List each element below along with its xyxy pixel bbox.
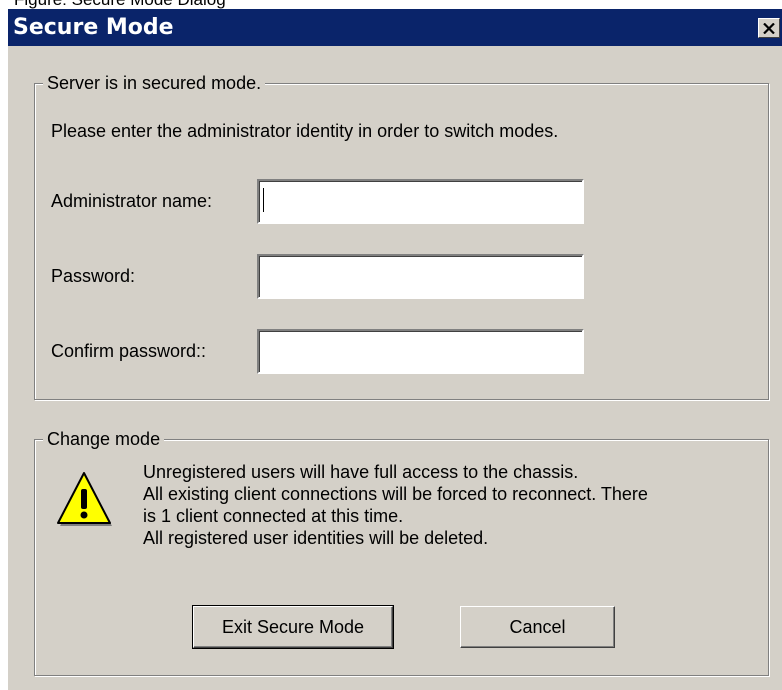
warning-line: Unregistered users will have full access… <box>143 462 579 482</box>
identity-group-legend: Server is in secured mode. <box>43 72 266 94</box>
title-bar[interactable]: Secure Mode <box>8 9 782 46</box>
warning-message: Unregistered users will have full access… <box>143 461 782 549</box>
admin-name-label: Administrator name: <box>51 191 213 211</box>
password-label: Password: <box>51 266 136 286</box>
warning-triangle-icon <box>57 472 112 526</box>
exit-secure-mode-button[interactable]: Exit Secure Mode <box>192 605 394 649</box>
instructions-text: Please enter the administrator identity … <box>51 121 559 141</box>
close-button[interactable] <box>758 18 780 38</box>
change-mode-groupbox: Change mode Unregistered users will have… <box>34 428 769 676</box>
identity-groupbox: Server is in secured mode. Please enter … <box>34 72 769 400</box>
window-title: Secure Mode <box>13 15 174 40</box>
confirm-password-label: Confirm password:: <box>51 341 207 361</box>
secure-mode-dialog: Secure Mode Server is in secured mode. P… <box>8 9 782 690</box>
cancel-button[interactable]: Cancel <box>460 606 615 648</box>
warning-line: All existing client connections will be … <box>143 484 648 504</box>
change-mode-legend: Change mode <box>43 428 165 450</box>
admin-name-field[interactable] <box>257 179 584 224</box>
text-caret <box>263 188 264 212</box>
warning-line: is 1 client connected at this time. <box>143 506 404 526</box>
confirm-password-field[interactable] <box>257 329 584 374</box>
close-icon <box>763 22 775 34</box>
warning-line: All registered user identities will be d… <box>143 528 489 548</box>
admin-name-wrapper <box>257 179 584 224</box>
password-field[interactable] <box>257 254 584 299</box>
